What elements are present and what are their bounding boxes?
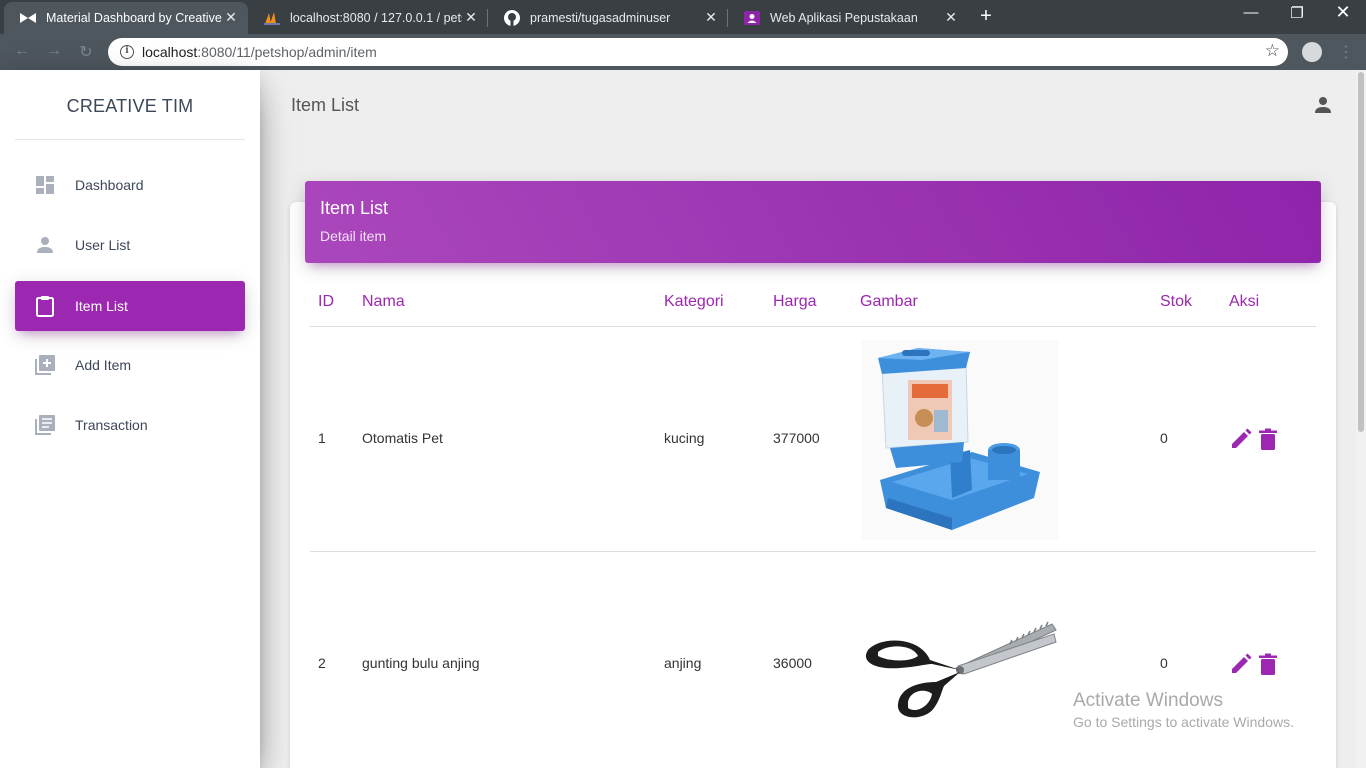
cell-nama: Otomatis Pet — [362, 430, 443, 446]
browser-tab[interactable]: Web Aplikasi Pepustakaan ✕ — [728, 2, 968, 34]
column-header-harga: Harga — [773, 293, 817, 310]
browser-tab-active[interactable]: Material Dashboard by Creative Tim ✕ — [4, 2, 248, 34]
minimize-icon[interactable]: — — [1236, 4, 1266, 21]
cell-id: 1 — [318, 430, 326, 446]
close-tab-icon[interactable]: ✕ — [222, 8, 240, 26]
new-tab-button[interactable]: + — [975, 6, 997, 28]
site-info-icon[interactable]: i — [120, 45, 134, 59]
close-tab-icon[interactable]: ✕ — [462, 8, 480, 26]
address-bar[interactable]: i localhost:8080/11/petshop/admin/item ☆ — [108, 38, 1288, 66]
column-header-kategori: Kategori — [664, 293, 724, 310]
clipboard-icon — [33, 294, 57, 318]
card-header: Item List Detail item — [305, 181, 1321, 263]
dashboard-icon — [33, 173, 57, 197]
card-subtitle: Detail item — [320, 228, 387, 244]
browser-tab[interactable]: pramesti/tugasadminuser ✕ — [488, 2, 728, 34]
sidebar-item-dashboard[interactable]: Dashboard — [15, 160, 245, 210]
bookmark-star-icon[interactable]: ☆ — [1265, 41, 1280, 61]
card-title: Item List — [320, 198, 389, 218]
column-header-stok: Stok — [1160, 293, 1193, 310]
item-list-card — [290, 202, 1336, 768]
brand-logo-text[interactable]: CREATIVE TIM — [15, 70, 245, 140]
restore-icon[interactable]: ❐ — [1282, 4, 1312, 22]
person-icon — [33, 233, 57, 257]
close-tab-icon[interactable]: ✕ — [942, 8, 960, 26]
page-scrollbar-thumb[interactable] — [1358, 72, 1364, 432]
sidebar-item-label: Dashboard — [75, 177, 144, 193]
cell-stok: 0 — [1160, 430, 1168, 446]
url-path: :8080/11/petshop/admin/item — [197, 44, 377, 60]
activate-windows-title: Activate Windows — [1073, 690, 1223, 711]
activate-windows-subtitle: Go to Settings to activate Windows. — [1073, 714, 1294, 730]
sidebar-item-label: Item List — [75, 298, 128, 314]
tab-bar: Material Dashboard by Creative Tim ✕ loc… — [0, 0, 1366, 34]
account-icon[interactable] — [1314, 96, 1332, 114]
page-title: Item List — [291, 95, 360, 115]
pet-feeder-image — [862, 340, 1058, 545]
sidebar-item-label: Add Item — [75, 357, 132, 373]
library-books-icon — [33, 413, 57, 437]
table-row-divider — [310, 551, 1316, 552]
tab-title: Web Aplikasi Pepustakaan — [770, 11, 918, 25]
browser-menu-icon[interactable]: ⋮ — [1338, 42, 1354, 62]
sidebar-item-transaction[interactable]: Transaction — [15, 400, 245, 450]
column-header-id: ID — [318, 293, 334, 310]
browser-chrome: Material Dashboard by Creative Tim ✕ loc… — [0, 0, 1366, 70]
close-window-icon[interactable]: ✕ — [1328, 2, 1358, 23]
cell-harga: 377000 — [773, 430, 820, 446]
sidebar-item-label: Transaction — [75, 417, 148, 433]
sidebar-item-label: User List — [75, 237, 131, 253]
back-icon[interactable]: ← — [12, 42, 32, 60]
browser-tab[interactable]: localhost:8080 / 127.0.0.1 / petshop ✕ — [248, 2, 488, 34]
contact-icon — [744, 10, 760, 26]
cell-kategori: kucing — [664, 430, 705, 446]
forward-icon[interactable]: → — [44, 42, 64, 60]
sidebar-item-add-item[interactable]: Add Item — [15, 340, 245, 390]
delete-icon[interactable] — [1258, 428, 1280, 450]
edit-icon[interactable] — [1230, 428, 1252, 450]
close-tab-icon[interactable]: ✕ — [702, 8, 720, 26]
library-add-icon — [33, 353, 57, 377]
table-header-divider — [310, 326, 1316, 327]
browser-toolbar: ← → ↻ i localhost:8080/11/petshop/admin/… — [0, 34, 1366, 70]
tab-title: pramesti/tugasadminuser — [530, 11, 671, 25]
thinning-scissors-image — [860, 616, 1060, 731]
reload-icon[interactable]: ↻ — [76, 42, 96, 62]
cell-stok: 0 — [1160, 655, 1168, 671]
cell-kategori: anjing — [664, 655, 702, 671]
github-icon — [504, 10, 520, 26]
tab-title: localhost:8080 / 127.0.0.1 / petshop — [290, 11, 462, 25]
edit-icon[interactable] — [1230, 653, 1252, 675]
sidebar-item-user-list[interactable]: User List — [15, 220, 245, 270]
column-header-gambar: Gambar — [860, 293, 918, 310]
column-header-aksi: Aksi — [1229, 293, 1260, 310]
column-header-nama: Nama — [362, 293, 405, 310]
creative-tim-icon — [20, 10, 36, 26]
phpmyadmin-icon — [264, 10, 280, 26]
sidebar-item-item-list[interactable]: Item List — [15, 281, 245, 331]
tab-title: Material Dashboard by Creative Tim — [46, 11, 224, 25]
url-host: localhost — [142, 44, 198, 60]
cell-harga: 36000 — [773, 655, 812, 671]
delete-icon[interactable] — [1258, 653, 1280, 675]
cell-nama: gunting bulu anjing — [362, 655, 480, 671]
cell-id: 2 — [318, 655, 326, 671]
sidebar: CREATIVE TIM Dashboard User List Item Li… — [0, 70, 260, 768]
profile-avatar-icon[interactable] — [1302, 42, 1322, 62]
